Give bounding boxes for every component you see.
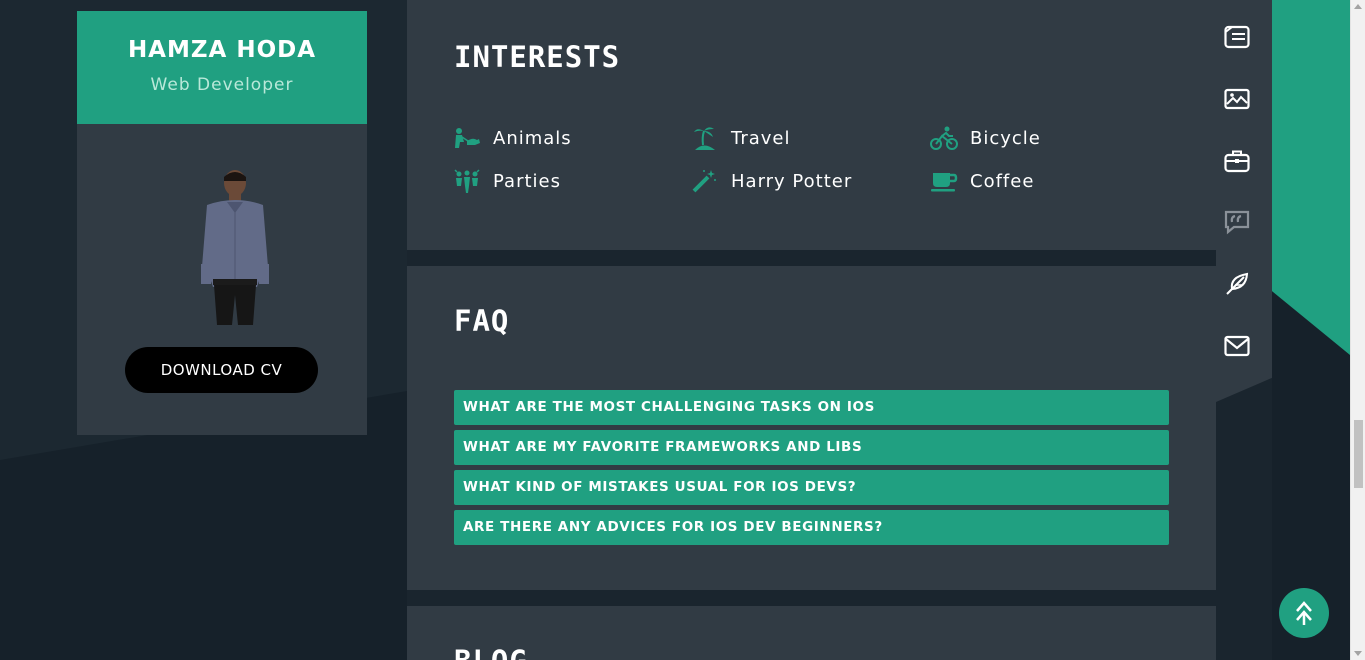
animals-icon — [453, 125, 483, 151]
mail-icon[interactable] — [1224, 333, 1250, 359]
interest-animals: Animals — [453, 124, 572, 152]
faq-item[interactable]: ARE THERE ANY ADVICES FOR IOS DEV BEGINN… — [454, 510, 1169, 545]
interest-label: Travel — [731, 127, 791, 149]
travel-icon — [691, 125, 721, 151]
interest-bicycle: Bicycle — [930, 124, 1041, 152]
profile-card: HAMZA HODA Web Developer DOWNLOAD CV — [77, 11, 367, 435]
back-to-top-button[interactable] — [1279, 588, 1329, 638]
bicycle-icon — [930, 125, 960, 151]
resume-icon[interactable] — [1224, 24, 1250, 50]
testimonials-icon[interactable] — [1224, 209, 1250, 235]
download-cv-button[interactable]: DOWNLOAD CV — [125, 347, 318, 393]
interest-label: Parties — [493, 170, 561, 192]
profile-name: HAMZA HODA — [127, 37, 317, 63]
portfolio-icon[interactable] — [1224, 86, 1250, 112]
faq-section: FAQ WHAT ARE THE MOST CHALLENGING TASKS … — [407, 266, 1216, 590]
blog-title: BLOG — [454, 644, 528, 660]
interest-coffee: Coffee — [930, 167, 1034, 195]
interest-label: Harry Potter — [731, 170, 853, 192]
page-scrollbar[interactable] — [1350, 0, 1365, 660]
scroll-up-arrow[interactable] — [1354, 4, 1362, 9]
profile-photo — [201, 170, 269, 325]
side-navigation — [1216, 0, 1272, 402]
interest-label: Animals — [493, 127, 572, 149]
profile-role: Web Developer — [150, 75, 294, 95]
faq-title: FAQ — [454, 304, 510, 338]
interests-section: INTERESTS Animals Travel Bicycle Parties… — [407, 0, 1216, 250]
briefcase-icon[interactable] — [1224, 148, 1250, 174]
interests-title: INTERESTS — [454, 40, 621, 74]
faq-item[interactable]: WHAT ARE MY FAVORITE FRAMEWORKS AND LIBS — [454, 430, 1169, 465]
interest-parties: Parties — [453, 167, 561, 195]
coffee-icon — [930, 168, 960, 194]
double-arrow-up-icon — [1296, 601, 1312, 625]
faq-item[interactable]: WHAT ARE THE MOST CHALLENGING TASKS ON I… — [454, 390, 1169, 425]
magic-wand-icon — [691, 168, 721, 194]
parties-icon — [453, 168, 483, 194]
interest-label: Bicycle — [970, 127, 1041, 149]
interest-label: Coffee — [970, 170, 1035, 192]
blog-feather-icon[interactable] — [1224, 271, 1250, 297]
blog-section: BLOG — [407, 606, 1216, 660]
profile-header: HAMZA HODA Web Developer — [77, 11, 367, 124]
scroll-thumb[interactable] — [1354, 420, 1363, 488]
interest-travel: Travel — [691, 124, 791, 152]
interest-harry-potter: Harry Potter — [691, 167, 852, 195]
faq-item[interactable]: WHAT KIND OF MISTAKES USUAL FOR IOS DEVS… — [454, 470, 1169, 505]
scroll-down-arrow[interactable] — [1354, 651, 1362, 656]
